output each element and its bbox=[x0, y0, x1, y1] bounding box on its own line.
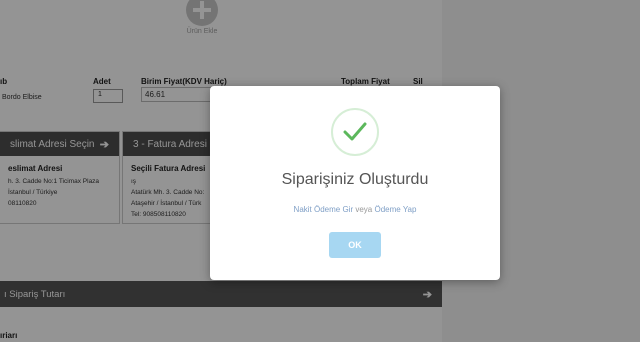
modal-title: Siparişiniz Oluşturdu bbox=[281, 171, 429, 188]
link-separator: veya bbox=[355, 205, 373, 214]
payment-links: Nakit Ödeme Gir veya Ödeme Yap bbox=[210, 205, 500, 214]
make-payment-link[interactable]: Ödeme Yap bbox=[375, 205, 417, 214]
cash-payment-link[interactable]: Nakit Ödeme Gir bbox=[294, 205, 354, 214]
ok-button[interactable]: OK bbox=[329, 232, 381, 258]
checkmark-icon bbox=[331, 108, 379, 156]
order-success-modal: Siparişiniz Oluşturdu Nakit Ödeme Gir ve… bbox=[210, 86, 500, 280]
